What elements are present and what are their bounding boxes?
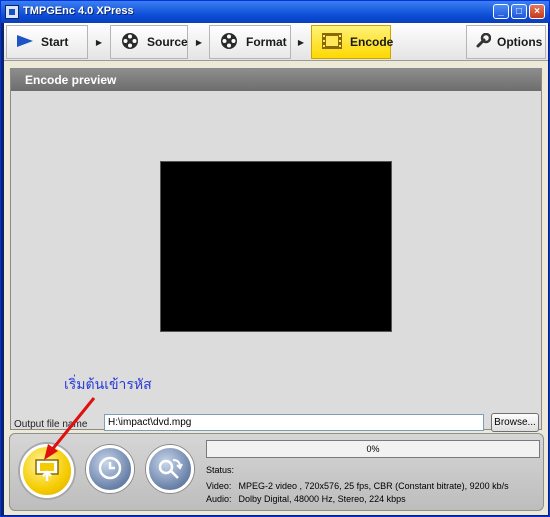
status-label: Status:: [206, 465, 235, 475]
wrench-icon: [475, 32, 492, 52]
client-area: Start ▶ Source ▶ Format ▶ Encode Options…: [4, 23, 548, 515]
maximize-button[interactable]: □: [511, 4, 527, 19]
encode-film-icon: [34, 457, 60, 486]
step-encode[interactable]: Encode: [311, 25, 394, 59]
play-arrow-icon: [17, 34, 33, 50]
close-button[interactable]: ×: [529, 4, 545, 19]
encode-control-bar: 0% Status: Video: MPEG-2 video , 720x576…: [9, 433, 544, 511]
app-window: TMPGEnc 4.0 XPress _ □ × Start ▶ Source …: [0, 0, 550, 517]
app-icon: [5, 5, 19, 19]
step-separator-icon: ▶: [95, 37, 103, 47]
progress-percent: 0%: [366, 444, 380, 454]
step-source[interactable]: Source: [110, 25, 188, 59]
film-reel-icon: [220, 32, 238, 53]
annotation-label: เริ่มต้นเข้ารหัส: [64, 377, 152, 393]
title-bar: TMPGEnc 4.0 XPress _ □ ×: [1, 1, 549, 23]
audio-info-row: Audio: Dolby Digital, 48000 Hz, Stereo, …: [206, 494, 406, 504]
video-preview: [160, 161, 392, 332]
output-file-field[interactable]: H:\impact\dvd.mpg: [104, 414, 484, 431]
timer-encode-button[interactable]: [86, 445, 134, 493]
video-key: Video:: [206, 481, 232, 491]
clock-icon: [97, 455, 123, 484]
video-info-row: Video: MPEG-2 video , 720x576, 25 fps, C…: [206, 481, 509, 491]
video-value: MPEG-2 video , 720x576, 25 fps, CBR (Con…: [238, 481, 509, 491]
step-source-label: Source: [147, 35, 188, 49]
step-format[interactable]: Format: [209, 25, 291, 59]
audio-value: Dolby Digital, 48000 Hz, Stereo, 224 kbp…: [238, 494, 406, 504]
film-reel-icon: [121, 32, 139, 53]
window-title: TMPGEnc 4.0 XPress: [23, 5, 134, 17]
options-button[interactable]: Options: [466, 25, 546, 59]
encode-progress-bar: 0%: [206, 440, 540, 458]
batch-tool-icon: [156, 455, 184, 484]
step-toolbar: Start ▶ Source ▶ Format ▶ Encode Options: [4, 23, 548, 61]
step-start[interactable]: Start: [6, 25, 88, 59]
step-start-label: Start: [41, 35, 69, 49]
start-encode-button[interactable]: [20, 444, 74, 498]
step-encode-label: Encode: [350, 35, 394, 49]
output-file-label: Output file name: [14, 419, 88, 430]
browse-button[interactable]: Browse...: [491, 413, 539, 432]
options-label: Options: [497, 35, 543, 49]
panel-title: Encode preview: [11, 69, 541, 91]
button-tray: [16, 436, 196, 508]
step-separator-icon: ▶: [195, 37, 203, 47]
minimize-button[interactable]: _: [493, 4, 509, 19]
film-strip-icon: [322, 32, 342, 52]
step-separator-icon: ▶: [297, 37, 305, 47]
batch-encode-button[interactable]: [146, 445, 194, 493]
audio-key: Audio:: [206, 494, 232, 504]
step-format-label: Format: [246, 35, 287, 49]
